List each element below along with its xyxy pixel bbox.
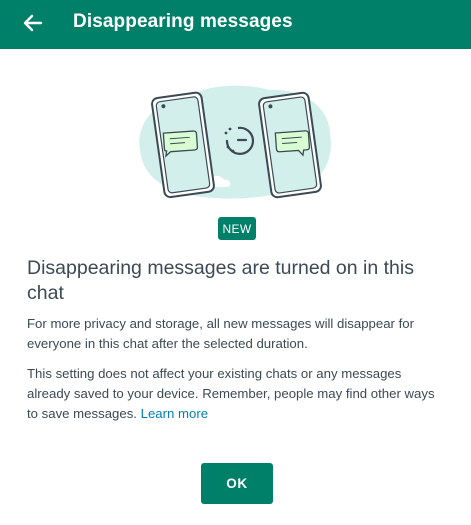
learn-more-link[interactable]: Learn more xyxy=(141,406,208,421)
ok-button[interactable]: OK xyxy=(201,463,273,504)
new-badge: NEW xyxy=(218,217,256,240)
page-title: Disappearing messages xyxy=(73,11,293,32)
arrow-left-icon xyxy=(23,14,43,32)
app-header: Disappearing messages xyxy=(0,0,471,49)
note-text: This setting does not affect your existi… xyxy=(27,366,435,421)
description-paragraph: For more privacy and storage, all new me… xyxy=(27,316,415,351)
dialog-heading: Disappearing messages are turned on in t… xyxy=(27,257,414,304)
back-button[interactable] xyxy=(20,10,46,36)
disappearing-messages-illustration xyxy=(130,80,340,205)
note-paragraph: This setting does not affect your existi… xyxy=(27,364,447,424)
